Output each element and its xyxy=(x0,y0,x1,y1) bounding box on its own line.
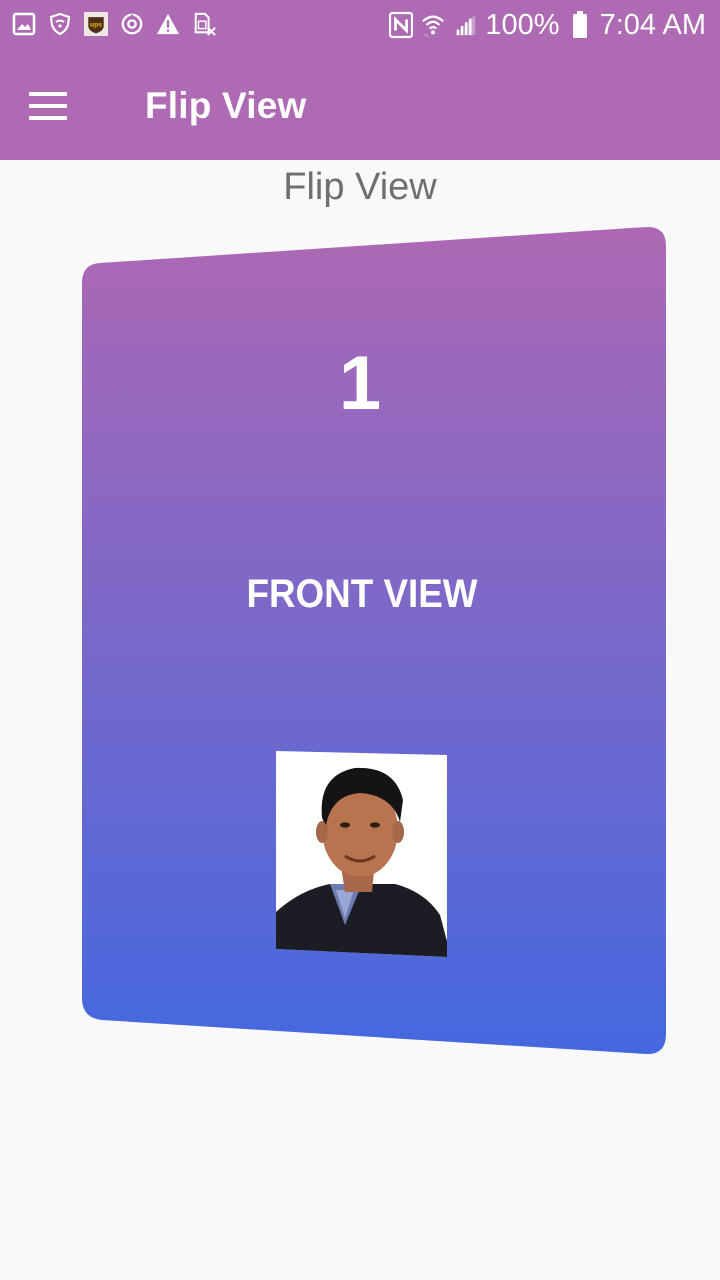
profile-photo xyxy=(276,751,447,957)
